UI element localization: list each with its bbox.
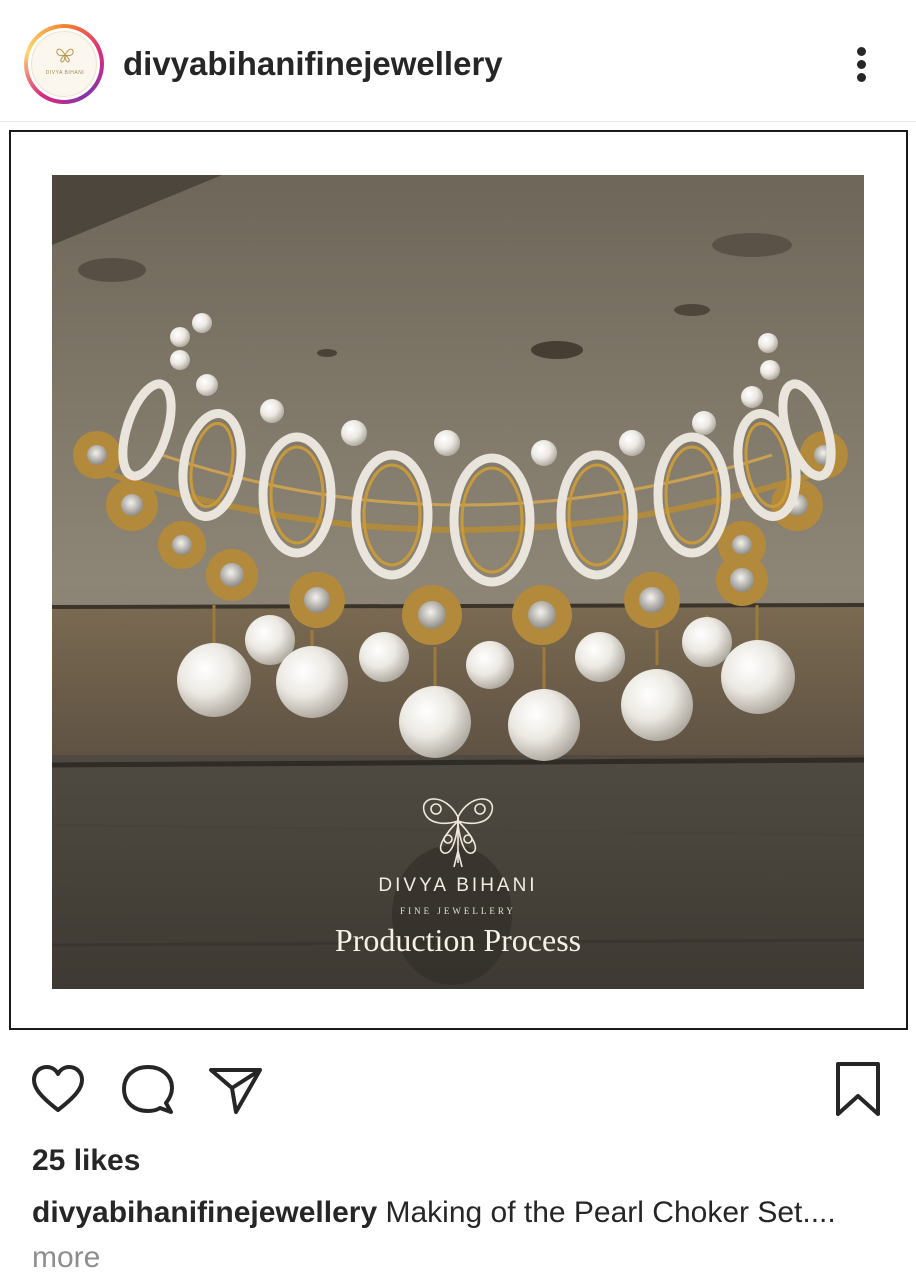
- caption-ellipsis: .: [827, 1196, 836, 1229]
- comment-button[interactable]: [120, 1062, 176, 1118]
- like-button[interactable]: [30, 1062, 86, 1118]
- heart-icon: [32, 1065, 84, 1112]
- butterfly-logo-icon: [56, 48, 74, 63]
- post-caption: divyabihanifinejewellery Making of the P…: [32, 1190, 892, 1280]
- comment-icon: [122, 1065, 174, 1114]
- avatar[interactable]: DIVYA BIHANI: [31, 31, 97, 97]
- bookmark-icon: [836, 1062, 880, 1116]
- share-button[interactable]: [208, 1062, 264, 1118]
- caption-text: Making of the Pearl Choker Set...: [377, 1196, 828, 1229]
- brand-subtitle: FINE JEWELLERY: [400, 906, 516, 916]
- avatar-brand-text: DIVYA BIHANI: [45, 70, 85, 76]
- caption-more-link[interactable]: more: [32, 1241, 100, 1274]
- post-header: DIVYA BIHANI divyabihanifinejewellery: [0, 0, 916, 122]
- brand-name: DIVYA BIHANI: [378, 875, 538, 896]
- post-photo: DIVYA BIHANI FINE JEWELLERY Production P…: [52, 175, 864, 989]
- post-image-tagline: Production Process: [334, 922, 582, 958]
- post-username[interactable]: divyabihanifinejewellery: [123, 44, 503, 84]
- save-button[interactable]: [830, 1060, 886, 1120]
- paper-plane-icon: [209, 1068, 262, 1114]
- story-ring[interactable]: DIVYA BIHANI: [24, 24, 104, 104]
- more-vertical-icon[interactable]: [848, 44, 874, 84]
- likes-count[interactable]: 25 likes: [32, 1141, 140, 1181]
- post-image-frame[interactable]: DIVYA BIHANI FINE JEWELLERY Production P…: [9, 130, 908, 1030]
- butterfly-logo-icon: [422, 798, 494, 868]
- caption-username[interactable]: divyabihanifinejewellery: [32, 1196, 377, 1229]
